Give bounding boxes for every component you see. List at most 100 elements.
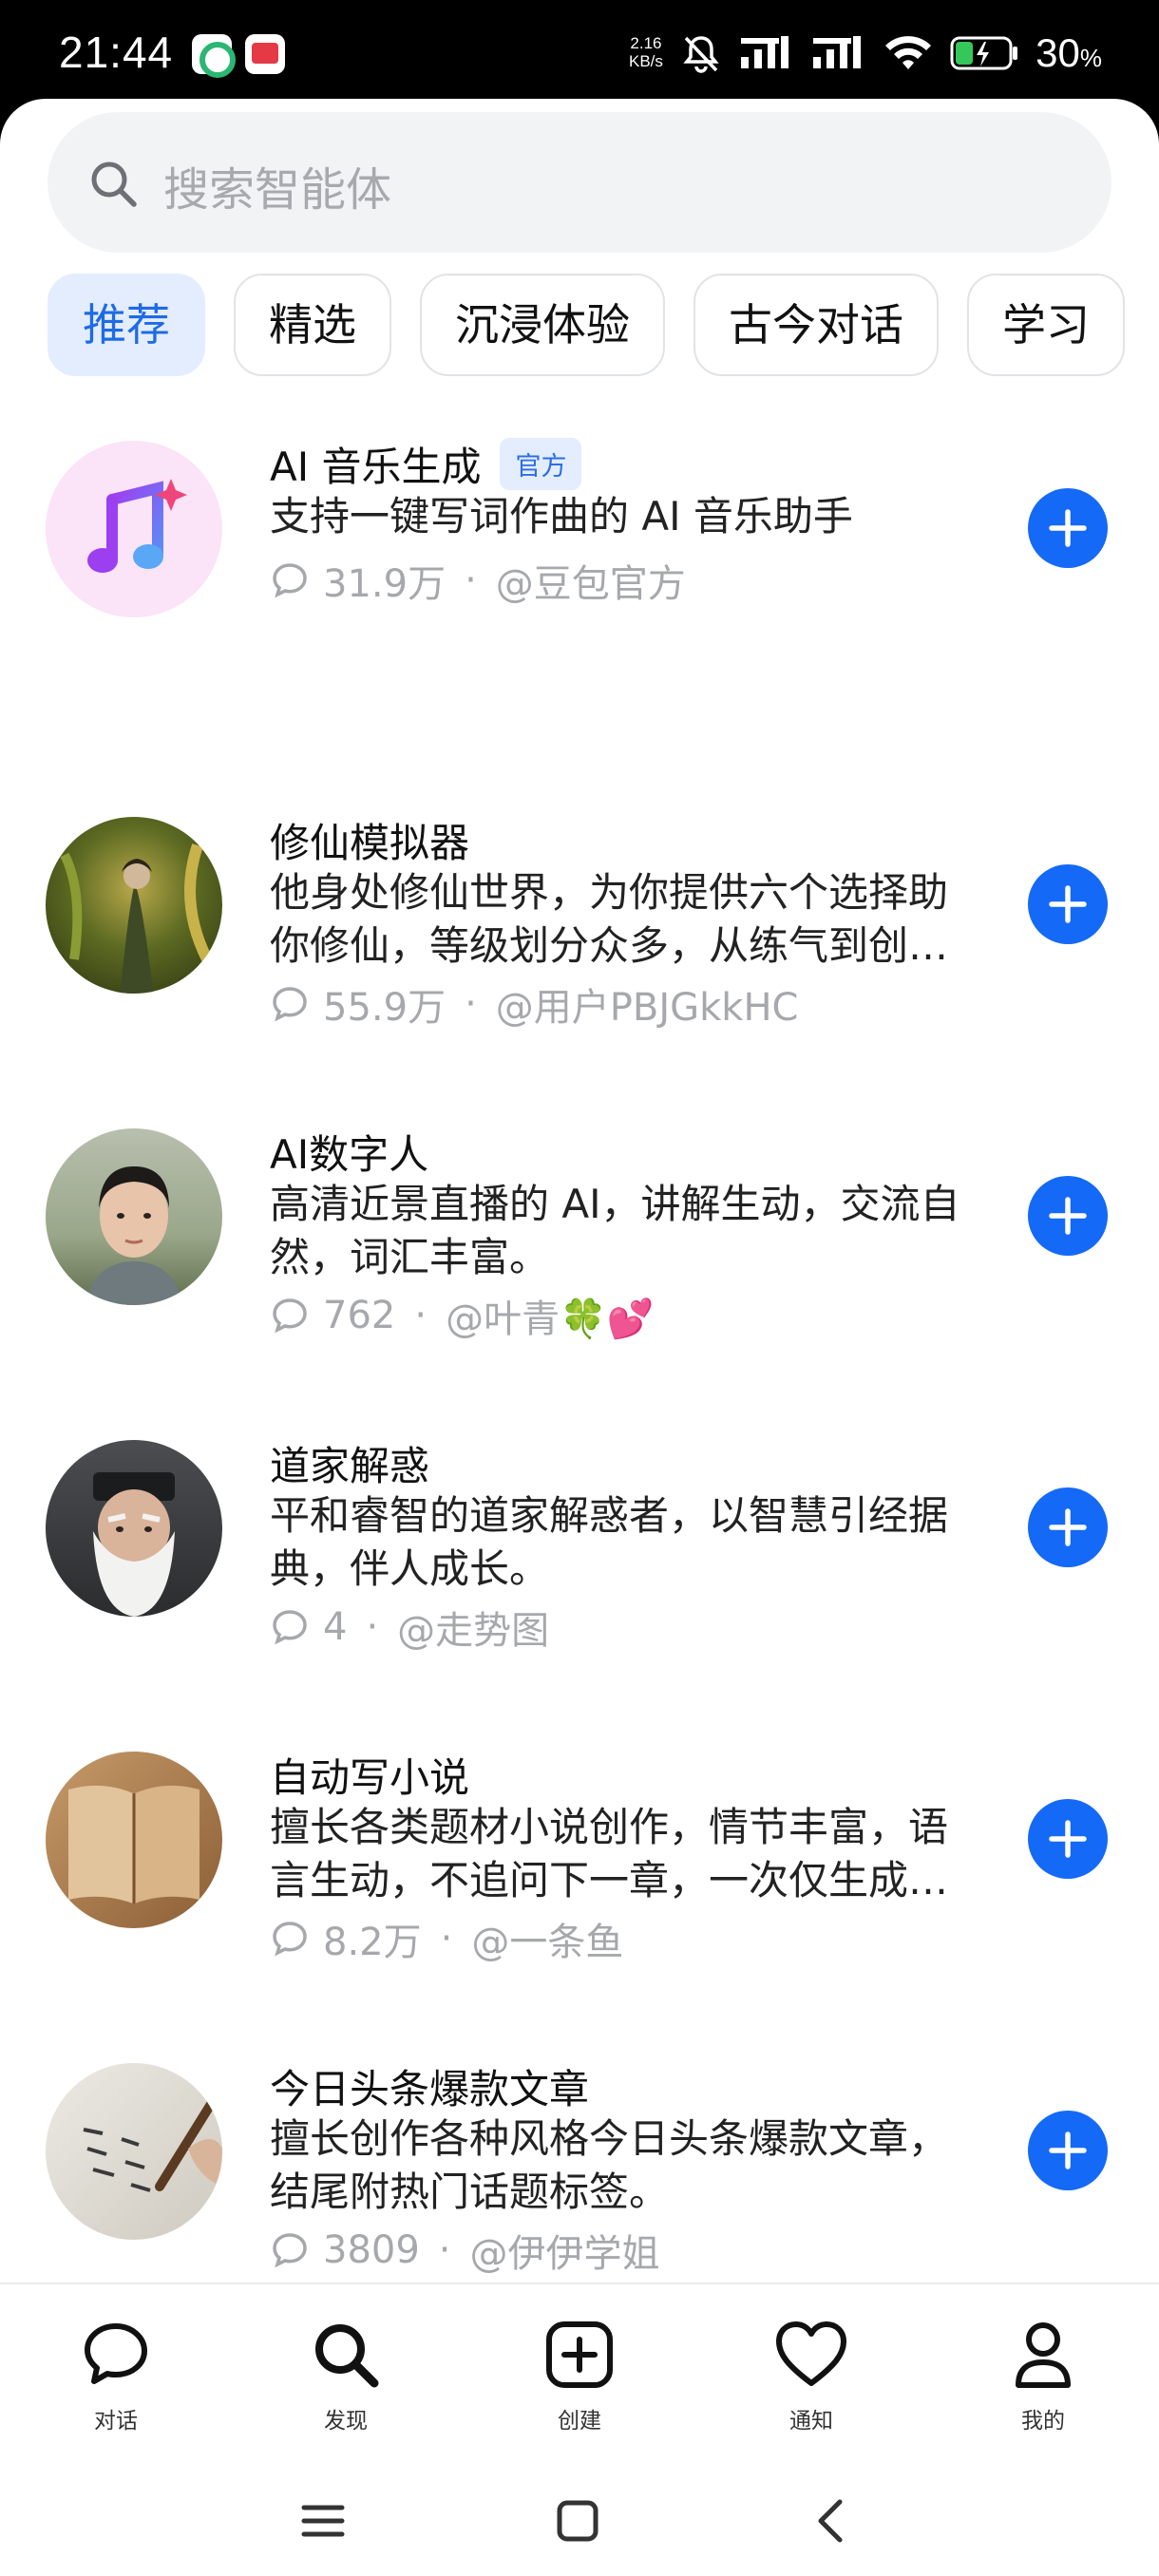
tab-study[interactable]: 学习 [967, 274, 1125, 376]
comment-icon [273, 563, 307, 598]
tab-featured[interactable]: 精选 [234, 274, 391, 376]
home-icon[interactable] [555, 2498, 600, 2544]
nav-label: 创建 [558, 2409, 601, 2434]
signal-icon [741, 36, 789, 68]
separator: · [414, 1294, 428, 1337]
plus-icon [1049, 509, 1087, 547]
usage-count: 3809 [323, 2228, 420, 2272]
search-icon [315, 2324, 379, 2388]
nav-discover[interactable]: 发现 [270, 2319, 422, 2434]
net-speed-unit: KB/s [629, 52, 663, 70]
author-name[interactable]: @用户PBJGkkHC [496, 976, 799, 1032]
comment-icon [273, 1298, 307, 1334]
comment-icon [273, 987, 307, 1022]
author-name[interactable]: @伊伊学姐 [470, 2223, 660, 2278]
system-navigation-bar [0, 2470, 1159, 2576]
usage-count: 4 [323, 1605, 348, 1649]
battery-charging-icon [950, 36, 1018, 70]
profile-icon [1016, 2322, 1071, 2388]
author-name[interactable]: @走势图 [397, 1600, 549, 1655]
net-speed: 2.16 KB/s [629, 34, 663, 70]
net-speed-value: 2.16 [630, 34, 662, 52]
search-placeholder: 搜索智能体 [163, 163, 392, 217]
list-item[interactable]: AI数字人 高清近景直播的 AI，讲解生动，交流自然，词汇丰富。 762 · @… [0, 1128, 1159, 1413]
music-note-icon [46, 441, 222, 617]
status-time: 21:44 [59, 28, 174, 77]
nav-label: 我的 [1021, 2409, 1065, 2434]
agent-description: 平和睿智的道家解惑者，以智慧引经据典，伴人成长。 [270, 1492, 949, 1592]
app-icon-2 [245, 34, 285, 74]
bottom-navigation: 对话 发现 创建 通知 我的 [0, 2282, 1159, 2470]
tab-recommend[interactable]: 推荐 [48, 274, 205, 376]
separator: · [465, 982, 477, 1026]
taoist-avatar [46, 1440, 222, 1617]
comment-icon [273, 1922, 307, 1957]
nav-profile[interactable]: 我的 [967, 2319, 1119, 2434]
agent-title: 修仙模拟器 [270, 820, 470, 866]
add-agent-button[interactable] [1028, 2111, 1108, 2190]
author-name[interactable]: @叶青🍀💕 [446, 1288, 655, 1343]
nav-create[interactable]: 创建 [504, 2319, 656, 2434]
app-icon-1 [192, 34, 236, 78]
status-icons: 30% [680, 25, 1102, 82]
usage-count: 55.9万 [323, 986, 446, 1030]
search-input[interactable]: 搜索智能体 [48, 112, 1112, 253]
nav-label: 对话 [94, 2409, 138, 2434]
nav-chat[interactable]: 对话 [40, 2319, 192, 2434]
agent-description: 高清近景直播的 AI，讲解生动，交流自然，词汇丰富。 [270, 1181, 960, 1280]
agent-meta: 3809 · @伊伊学姐 [270, 2223, 660, 2278]
list-item[interactable]: 修仙模拟器 他身处修仙世界，为你提供六个选择助你修仙，等级划分众多，从练气到创世… [0, 817, 1159, 1102]
calligraphy-avatar [46, 2063, 222, 2240]
comment-icon [273, 1610, 307, 1645]
usage-count: 31.9万 [323, 562, 446, 606]
agent-title: 今日头条爆款文章 [270, 2066, 590, 2112]
status-bar: 21:44 2.16 KB/s 30% [0, 0, 1159, 104]
separator: · [440, 1917, 453, 1960]
mute-icon [683, 36, 719, 73]
list-item[interactable]: 自动写小说 擅长各类题材小说创作，情节丰富，语言生动，不追问下一章，一次仅生成一… [0, 1752, 1159, 2036]
usage-count: 762 [323, 1294, 396, 1337]
agent-meta: 4 · @走势图 [270, 1600, 549, 1655]
add-agent-button[interactable] [1028, 488, 1108, 568]
battery-percent: 30% [1036, 30, 1102, 75]
agent-meta: 31.9万 · @豆包官方 [270, 553, 686, 608]
separator: · [366, 1605, 379, 1649]
author-name[interactable]: @豆包官方 [496, 553, 686, 608]
list-item[interactable]: 今日头条爆款文章 擅长创作各种风格今日头条爆款文章，结尾附热门话题标签。 380… [0, 2063, 1159, 2283]
nav-notifications[interactable]: 通知 [735, 2319, 887, 2434]
digital-human-avatar [46, 1128, 222, 1305]
signal-icon [813, 36, 862, 68]
chat-bubble-icon [85, 2323, 147, 2384]
search-icon [91, 161, 137, 207]
menu-icon[interactable] [300, 2498, 346, 2544]
plus-icon [1049, 885, 1087, 923]
back-icon[interactable] [809, 2498, 855, 2544]
agent-title: AI 音乐生成 [270, 444, 482, 490]
comment-icon [273, 2233, 307, 2268]
list-item[interactable]: AI 音乐生成 官方 支持一键写词作曲的 AI 音乐助手 31.9万 · @豆包… [0, 438, 1159, 726]
tab-ancient-dialogue[interactable]: 古今对话 [694, 274, 939, 376]
author-name[interactable]: @一条鱼 [471, 1911, 623, 1966]
tab-immersive[interactable]: 沉浸体验 [420, 274, 665, 376]
list-item[interactable]: 道家解惑 平和睿智的道家解惑者，以智慧引经据典，伴人成长。 4 · @走势图 [0, 1440, 1159, 1725]
nav-label: 通知 [789, 2409, 833, 2434]
add-agent-button[interactable] [1028, 1487, 1108, 1567]
nav-label: 发现 [324, 2409, 368, 2434]
add-agent-button[interactable] [1028, 864, 1108, 944]
heart-icon [776, 2321, 846, 2386]
agent-title: 道家解惑 [270, 1443, 430, 1489]
discover-page: 搜索智能体 推荐 精选 沉浸体验 古今对话 学习 AI 音乐生成 官方 支持一键… [0, 99, 1159, 2283]
agent-meta: 8.2万 · @一条鱼 [270, 1911, 623, 1966]
cultivator-avatar [46, 817, 222, 994]
category-tabs: 推荐 精选 沉浸体验 古今对话 学习 [48, 274, 1125, 378]
plus-icon [1049, 1820, 1087, 1858]
plus-icon [1049, 2131, 1087, 2169]
agent-description: 擅长创作各种风格今日头条爆款文章，结尾附热门话题标签。 [270, 2115, 949, 2215]
add-agent-button[interactable] [1028, 1176, 1108, 1256]
agent-title: AI数字人 [270, 1131, 429, 1178]
separator: · [438, 2228, 451, 2272]
add-agent-button[interactable] [1028, 1799, 1108, 1879]
add-square-icon [546, 2321, 613, 2388]
official-badge: 官方 [500, 438, 582, 490]
separator: · [465, 559, 477, 602]
